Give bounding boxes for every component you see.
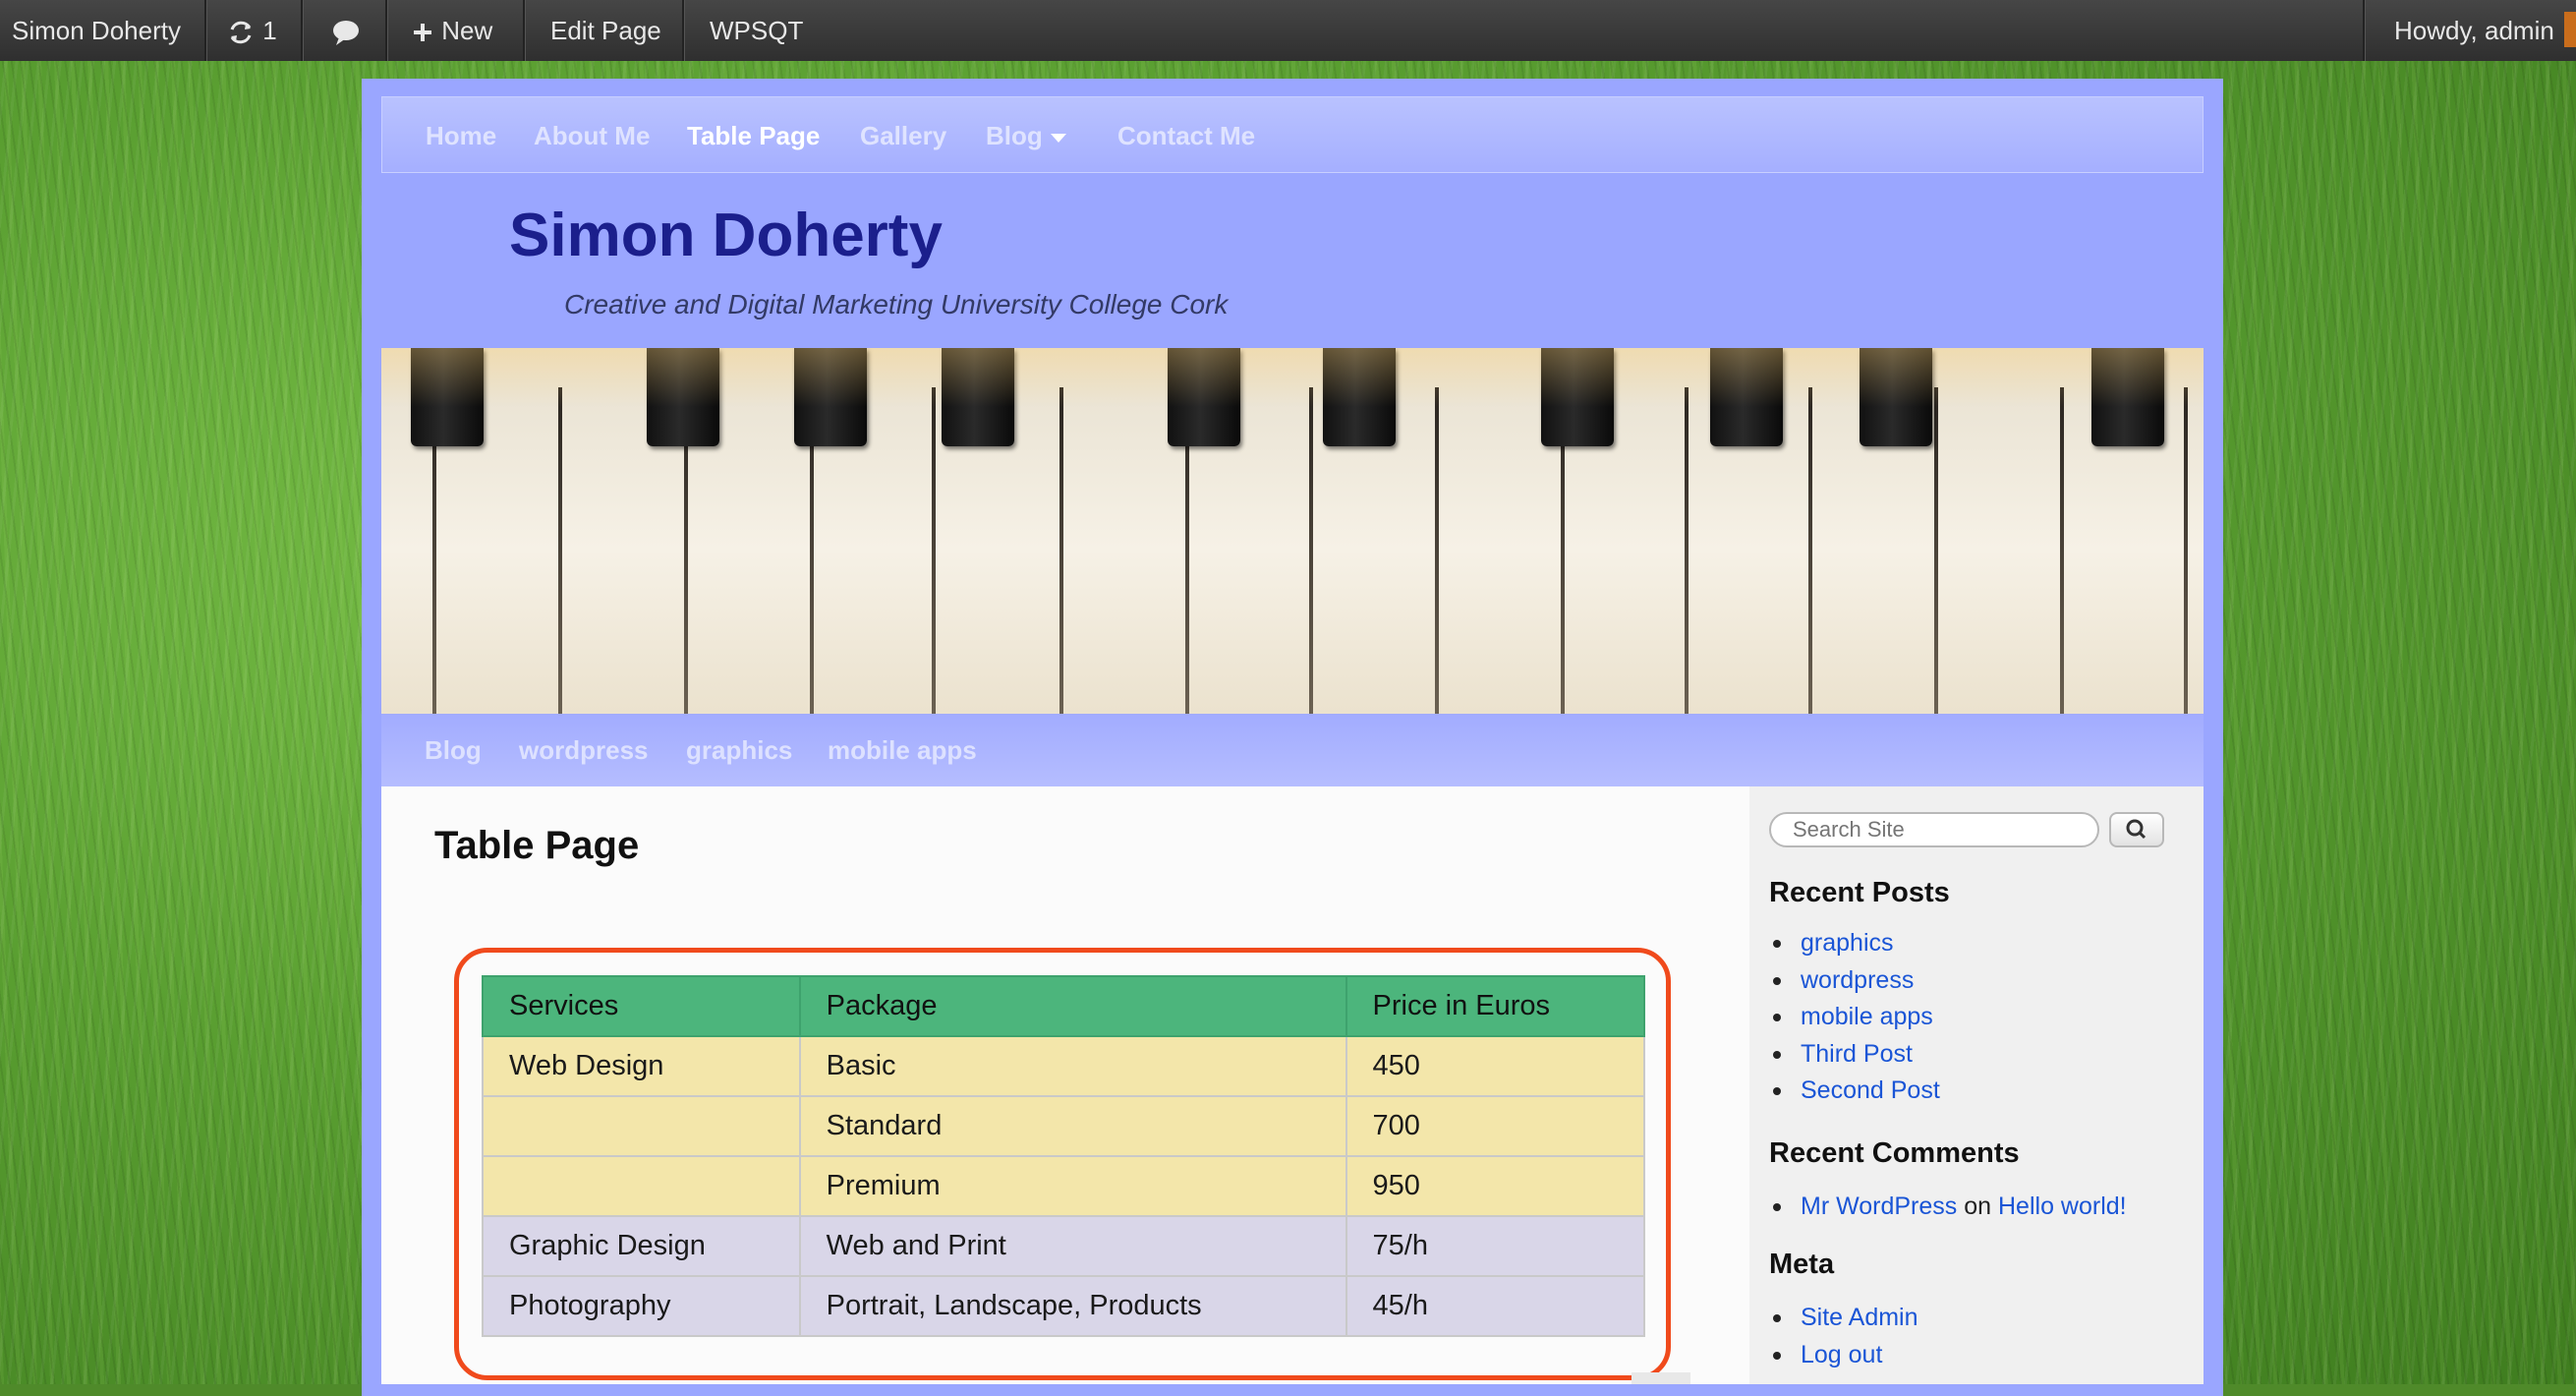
log-out-link[interactable]: Log out [1801,1341,1882,1368]
admin-bar-site-name[interactable]: Simon Doherty [12,0,181,61]
piano-key-gap [1934,387,1938,714]
list-item: graphics [1769,925,1940,962]
comment-author-link[interactable]: Mr WordPress [1801,1192,1957,1220]
admin-bar-wpsqt[interactable]: WPSQT [710,0,803,61]
subnav-item-mobile-apps[interactable]: mobile apps [828,714,977,786]
piano-key-gap [932,387,936,714]
nav-item-gallery[interactable]: Gallery [860,97,946,174]
piano-key-gap [1059,387,1063,714]
admin-bar-new[interactable]: New [411,0,492,61]
nav-item-blog[interactable]: Blog [986,97,1067,174]
subnav-item-wordpress[interactable]: wordpress [519,714,649,786]
admin-bar-updates[interactable]: 1 [226,0,277,61]
admin-bar-divider [204,0,207,61]
list-item: Site Admin [1769,1300,1918,1337]
admin-bar-comments[interactable] [330,0,362,61]
admin-bar: Simon Doherty 1 New Edit Page WPSQT Howd… [0,0,2576,61]
primary-nav: Home About Me Table Page Gallery Blog Co… [381,96,2204,173]
recent-post-link[interactable]: mobile apps [1801,1003,1933,1030]
updates-count: 1 [262,16,277,45]
new-label: New [441,16,493,45]
comment-on-text: on [1964,1192,1992,1220]
meta-list: Site Admin Log out [1769,1300,1918,1373]
admin-bar-howdy[interactable]: Howdy, admin [2394,0,2554,61]
list-item: Log out [1769,1337,1918,1374]
table-highlight-outline [454,948,1671,1380]
admin-bar-edit-page[interactable]: Edit Page [550,0,661,61]
subnav-item-blog[interactable]: Blog [425,714,482,786]
nav-item-contact-me[interactable]: Contact Me [1117,97,1255,174]
recent-post-link[interactable]: Third Post [1801,1040,1913,1068]
recent-comments-title: Recent Comments [1769,1137,2020,1169]
list-item: Third Post [1769,1036,1940,1074]
recent-posts-list: graphics wordpress mobile apps Third Pos… [1769,925,1940,1110]
recent-posts-title: Recent Posts [1769,877,1950,908]
plus-icon [414,24,431,42]
list-item: Second Post [1769,1073,1940,1110]
nav-item-about-me[interactable]: About Me [534,97,650,174]
comment-bubble-icon [333,21,359,46]
admin-bar-divider [385,0,388,61]
meta-title: Meta [1769,1249,1835,1280]
nav-item-blog-label: Blog [986,121,1043,150]
piano-key-gap [2060,387,2064,714]
subnav-item-graphics[interactable]: graphics [686,714,792,786]
page-title: Table Page [434,824,640,867]
piano-key-gap [558,387,562,714]
piano-key-gap [1685,387,1689,714]
content-scroll-edge [1631,1372,1690,1384]
chevron-down-icon [1051,134,1066,144]
header-image-piano-keys [381,348,2204,714]
admin-bar-divider [682,0,685,61]
list-item: wordpress [1769,962,1940,1000]
recent-post-link[interactable]: graphics [1801,929,1894,957]
refresh-icon [230,21,252,44]
recent-post-link[interactable]: wordpress [1801,966,1914,994]
admin-bar-divider [301,0,304,61]
nav-item-home[interactable]: Home [426,97,496,174]
site-admin-link[interactable]: Site Admin [1801,1304,1918,1331]
list-item: Mr WordPress on Hello world! [1769,1189,2127,1226]
recent-comments-list: Mr WordPress on Hello world! [1769,1189,2127,1226]
list-item: mobile apps [1769,999,1940,1036]
recent-post-link[interactable]: Second Post [1801,1076,1940,1104]
header-image-shade [381,348,2204,407]
admin-bar-divider [523,0,526,61]
secondary-nav: Blog wordpress graphics mobile apps [381,714,2204,786]
comment-post-link[interactable]: Hello world! [1998,1192,2127,1220]
piano-key-gap [2184,387,2188,714]
admin-bar-divider [2363,0,2366,61]
site-title[interactable]: Simon Doherty [509,201,943,270]
nav-item-table-page[interactable]: Table Page [687,97,820,174]
search-button[interactable] [2109,812,2164,847]
piano-key-gap [1435,387,1439,714]
avatar[interactable] [2564,12,2576,47]
site-description: Creative and Digital Marketing Universit… [564,289,1229,320]
piano-key-gap [1808,387,1812,714]
search-icon [2126,819,2147,840]
search-input[interactable] [1769,812,2099,847]
piano-key-gap [1309,387,1313,714]
